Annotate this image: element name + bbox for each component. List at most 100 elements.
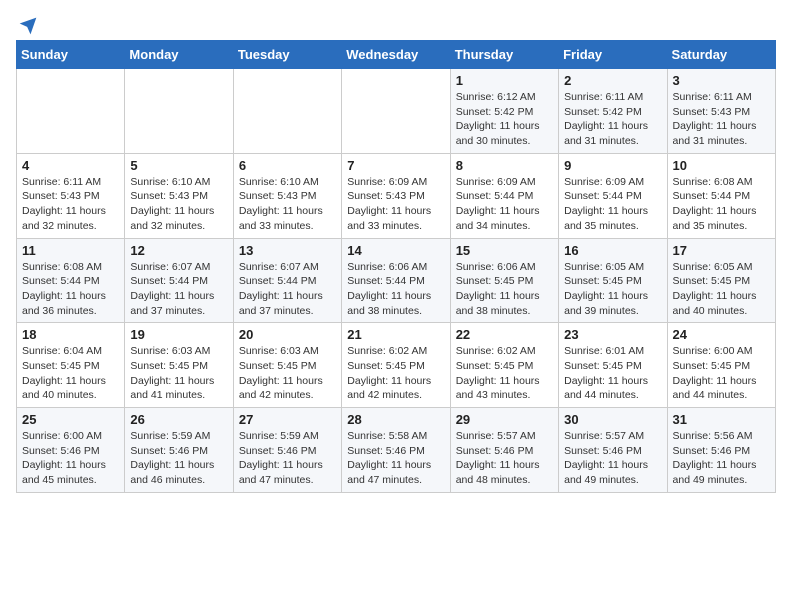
calendar-cell: 23 Sunrise: 6:01 AM Sunset: 5:45 PM Dayli… bbox=[559, 323, 667, 408]
day-header-friday: Friday bbox=[559, 41, 667, 69]
calendar-cell: 12 Sunrise: 6:07 AM Sunset: 5:44 PM Dayli… bbox=[125, 238, 233, 323]
day-number: 30 bbox=[564, 412, 661, 427]
day-number: 14 bbox=[347, 243, 444, 258]
calendar-cell: 15 Sunrise: 6:06 AM Sunset: 5:45 PM Dayli… bbox=[450, 238, 558, 323]
day-number: 11 bbox=[22, 243, 119, 258]
day-number: 8 bbox=[456, 158, 553, 173]
calendar-cell: 13 Sunrise: 6:07 AM Sunset: 5:44 PM Dayli… bbox=[233, 238, 341, 323]
day-info: Sunrise: 6:02 AM Sunset: 5:45 PM Dayligh… bbox=[456, 344, 553, 403]
calendar-cell: 4Sunrise: 6:11 AM Sunset: 5:43 PM Daylig… bbox=[17, 153, 125, 238]
day-number: 26 bbox=[130, 412, 227, 427]
calendar-cell: 28 Sunrise: 5:58 AM Sunset: 5:46 PM Dayli… bbox=[342, 408, 450, 493]
calendar-cell: 29 Sunrise: 5:57 AM Sunset: 5:46 PM Dayli… bbox=[450, 408, 558, 493]
day-info: Sunrise: 5:58 AM Sunset: 5:46 PM Dayligh… bbox=[347, 429, 444, 488]
calendar-cell: 27 Sunrise: 5:59 AM Sunset: 5:46 PM Dayli… bbox=[233, 408, 341, 493]
calendar-cell: 3Sunrise: 6:11 AM Sunset: 5:43 PM Daylig… bbox=[667, 69, 775, 154]
page-header bbox=[16, 16, 776, 32]
day-info: Sunrise: 6:06 AM Sunset: 5:44 PM Dayligh… bbox=[347, 260, 444, 319]
day-info: Sunrise: 6:09 AM Sunset: 5:43 PM Dayligh… bbox=[347, 175, 444, 234]
day-info: Sunrise: 6:10 AM Sunset: 5:43 PM Dayligh… bbox=[239, 175, 336, 234]
calendar-cell: 6 Sunrise: 6:10 AM Sunset: 5:43 PM Daylig… bbox=[233, 153, 341, 238]
day-number: 7 bbox=[347, 158, 444, 173]
day-number: 15 bbox=[456, 243, 553, 258]
day-info: Sunrise: 6:06 AM Sunset: 5:45 PM Dayligh… bbox=[456, 260, 553, 319]
day-info: Sunrise: 6:05 AM Sunset: 5:45 PM Dayligh… bbox=[564, 260, 661, 319]
calendar-cell: 22 Sunrise: 6:02 AM Sunset: 5:45 PM Dayli… bbox=[450, 323, 558, 408]
day-info: Sunrise: 6:01 AM Sunset: 5:45 PM Dayligh… bbox=[564, 344, 661, 403]
day-info: Sunrise: 5:59 AM Sunset: 5:46 PM Dayligh… bbox=[239, 429, 336, 488]
calendar-cell bbox=[17, 69, 125, 154]
day-number: 10 bbox=[673, 158, 770, 173]
day-info: Sunrise: 6:03 AM Sunset: 5:45 PM Dayligh… bbox=[239, 344, 336, 403]
calendar-cell: 2 Sunrise: 6:11 AM Sunset: 5:42 PM Daylig… bbox=[559, 69, 667, 154]
calendar-cell bbox=[233, 69, 341, 154]
day-number: 12 bbox=[130, 243, 227, 258]
day-info: Sunrise: 5:56 AM Sunset: 5:46 PM Dayligh… bbox=[673, 429, 770, 488]
day-info: Sunrise: 5:59 AM Sunset: 5:46 PM Dayligh… bbox=[130, 429, 227, 488]
day-number: 28 bbox=[347, 412, 444, 427]
calendar-cell bbox=[125, 69, 233, 154]
calendar-cell: 1 Sunrise: 6:12 AM Sunset: 5:42 PM Daylig… bbox=[450, 69, 558, 154]
calendar-week-row: 4Sunrise: 6:11 AM Sunset: 5:43 PM Daylig… bbox=[17, 153, 776, 238]
calendar-cell: 7 Sunrise: 6:09 AM Sunset: 5:43 PM Daylig… bbox=[342, 153, 450, 238]
day-info: Sunrise: 6:11 AM Sunset: 5:42 PM Dayligh… bbox=[564, 90, 661, 149]
day-info: Sunrise: 6:07 AM Sunset: 5:44 PM Dayligh… bbox=[130, 260, 227, 319]
day-number: 6 bbox=[239, 158, 336, 173]
calendar-cell: 9 Sunrise: 6:09 AM Sunset: 5:44 PM Daylig… bbox=[559, 153, 667, 238]
day-number: 3 bbox=[673, 73, 770, 88]
calendar-cell: 20 Sunrise: 6:03 AM Sunset: 5:45 PM Dayli… bbox=[233, 323, 341, 408]
day-number: 23 bbox=[564, 327, 661, 342]
day-number: 1 bbox=[456, 73, 553, 88]
day-number: 20 bbox=[239, 327, 336, 342]
day-number: 25 bbox=[22, 412, 119, 427]
day-number: 18 bbox=[22, 327, 119, 342]
day-info: Sunrise: 6:05 AM Sunset: 5:45 PM Dayligh… bbox=[673, 260, 770, 319]
calendar-cell: 31 Sunrise: 5:56 AM Sunset: 5:46 PM Dayli… bbox=[667, 408, 775, 493]
day-number: 16 bbox=[564, 243, 661, 258]
calendar-cell: 24Sunrise: 6:00 AM Sunset: 5:45 PM Dayli… bbox=[667, 323, 775, 408]
day-header-thursday: Thursday bbox=[450, 41, 558, 69]
logo-bird-icon bbox=[18, 16, 38, 36]
day-info: Sunrise: 6:09 AM Sunset: 5:44 PM Dayligh… bbox=[564, 175, 661, 234]
day-number: 27 bbox=[239, 412, 336, 427]
day-number: 9 bbox=[564, 158, 661, 173]
calendar-table: SundayMondayTuesdayWednesdayThursdayFrid… bbox=[16, 40, 776, 493]
day-info: Sunrise: 6:09 AM Sunset: 5:44 PM Dayligh… bbox=[456, 175, 553, 234]
day-info: Sunrise: 6:11 AM Sunset: 5:43 PM Dayligh… bbox=[22, 175, 119, 234]
calendar-cell: 16 Sunrise: 6:05 AM Sunset: 5:45 PM Dayli… bbox=[559, 238, 667, 323]
calendar-cell: 17 Sunrise: 6:05 AM Sunset: 5:45 PM Dayli… bbox=[667, 238, 775, 323]
day-number: 29 bbox=[456, 412, 553, 427]
calendar-cell: 19Sunrise: 6:03 AM Sunset: 5:45 PM Dayli… bbox=[125, 323, 233, 408]
day-number: 2 bbox=[564, 73, 661, 88]
day-header-tuesday: Tuesday bbox=[233, 41, 341, 69]
calendar-cell: 8 Sunrise: 6:09 AM Sunset: 5:44 PM Daylig… bbox=[450, 153, 558, 238]
day-number: 13 bbox=[239, 243, 336, 258]
day-info: Sunrise: 5:57 AM Sunset: 5:46 PM Dayligh… bbox=[564, 429, 661, 488]
calendar-cell: 25 Sunrise: 6:00 AM Sunset: 5:46 PM Dayli… bbox=[17, 408, 125, 493]
day-info: Sunrise: 6:08 AM Sunset: 5:44 PM Dayligh… bbox=[22, 260, 119, 319]
calendar-cell: 11 Sunrise: 6:08 AM Sunset: 5:44 PM Dayli… bbox=[17, 238, 125, 323]
calendar-week-row: 11 Sunrise: 6:08 AM Sunset: 5:44 PM Dayli… bbox=[17, 238, 776, 323]
day-info: Sunrise: 6:00 AM Sunset: 5:45 PM Dayligh… bbox=[673, 344, 770, 403]
day-number: 19 bbox=[130, 327, 227, 342]
calendar-cell: 30 Sunrise: 5:57 AM Sunset: 5:46 PM Dayli… bbox=[559, 408, 667, 493]
day-number: 21 bbox=[347, 327, 444, 342]
day-number: 5 bbox=[130, 158, 227, 173]
calendar-cell: 26 Sunrise: 5:59 AM Sunset: 5:46 PM Dayli… bbox=[125, 408, 233, 493]
calendar-cell: 5 Sunrise: 6:10 AM Sunset: 5:43 PM Daylig… bbox=[125, 153, 233, 238]
day-number: 17 bbox=[673, 243, 770, 258]
day-number: 31 bbox=[673, 412, 770, 427]
day-info: Sunrise: 6:07 AM Sunset: 5:44 PM Dayligh… bbox=[239, 260, 336, 319]
calendar-cell: 21Sunrise: 6:02 AM Sunset: 5:45 PM Dayli… bbox=[342, 323, 450, 408]
day-header-wednesday: Wednesday bbox=[342, 41, 450, 69]
day-info: Sunrise: 6:10 AM Sunset: 5:43 PM Dayligh… bbox=[130, 175, 227, 234]
day-header-sunday: Sunday bbox=[17, 41, 125, 69]
day-info: Sunrise: 6:08 AM Sunset: 5:44 PM Dayligh… bbox=[673, 175, 770, 234]
calendar-cell: 14 Sunrise: 6:06 AM Sunset: 5:44 PM Dayli… bbox=[342, 238, 450, 323]
calendar-cell: 10 Sunrise: 6:08 AM Sunset: 5:44 PM Dayli… bbox=[667, 153, 775, 238]
day-info: Sunrise: 6:00 AM Sunset: 5:46 PM Dayligh… bbox=[22, 429, 119, 488]
day-info: Sunrise: 6:12 AM Sunset: 5:42 PM Dayligh… bbox=[456, 90, 553, 149]
day-header-monday: Monday bbox=[125, 41, 233, 69]
day-number: 22 bbox=[456, 327, 553, 342]
day-info: Sunrise: 5:57 AM Sunset: 5:46 PM Dayligh… bbox=[456, 429, 553, 488]
